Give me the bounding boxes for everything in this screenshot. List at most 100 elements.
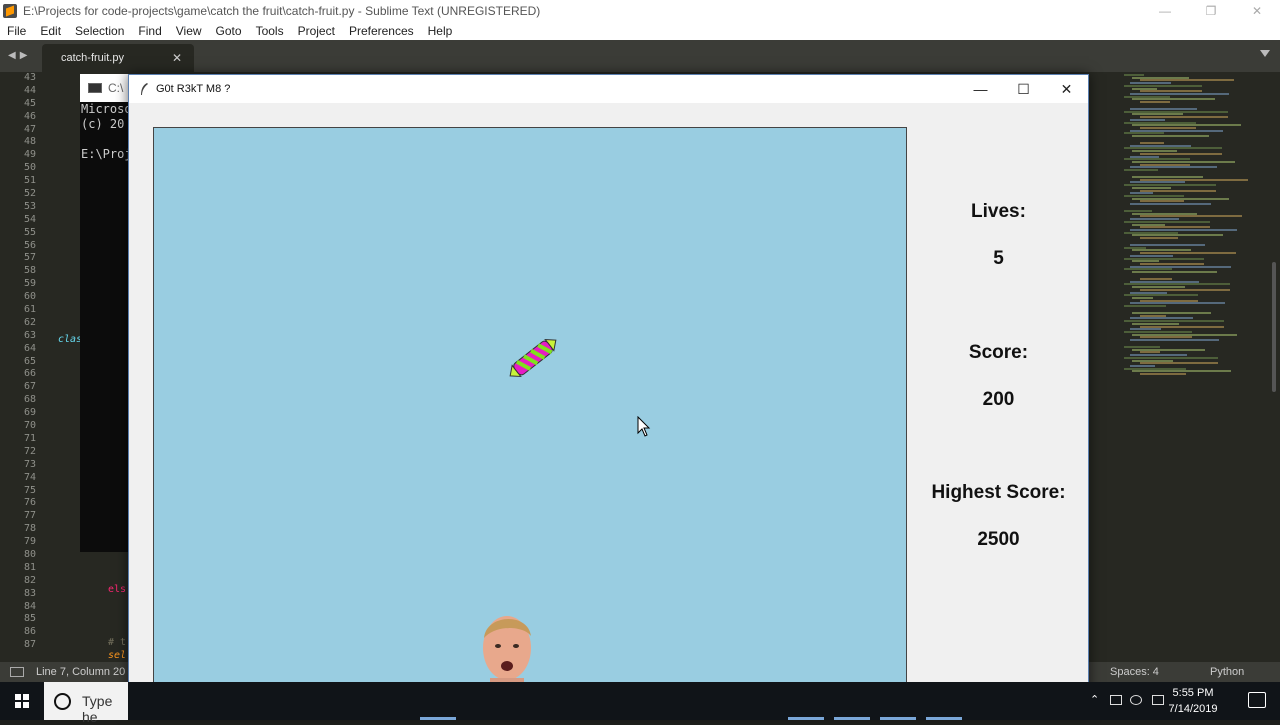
menu-tools[interactable]: Tools (249, 24, 291, 38)
syntax-setting[interactable]: Python (1210, 662, 1244, 682)
minimap-line (1132, 113, 1183, 116)
line-number: 62 (23, 316, 36, 328)
console-title: C:\ (108, 81, 124, 95)
minimap-line (1132, 223, 1165, 226)
line-number: 77 (23, 510, 36, 522)
minimap-line (1132, 286, 1185, 289)
minimap-line (1132, 312, 1211, 314)
tray-app-icon[interactable] (1110, 695, 1122, 705)
game-window[interactable]: G0t R3kT M8 ? — ☐ ✕ Lives: 5 Score: 200 … (128, 74, 1089, 714)
minimap-line (1130, 92, 1229, 95)
menu-help[interactable]: Help (421, 24, 460, 38)
minimap-line (1132, 212, 1197, 215)
minimap-line (1130, 302, 1225, 305)
minimap-line (1124, 346, 1160, 348)
tab-catch-fruit[interactable]: catch-fruit.py ✕ (42, 44, 194, 72)
tab-close-icon[interactable]: ✕ (172, 44, 182, 72)
sublime-app-icon (3, 4, 17, 18)
wifi-icon[interactable] (1130, 695, 1142, 705)
minimap-line (1132, 186, 1171, 189)
minimap-scrollbar[interactable] (1272, 262, 1276, 392)
tray-expand-icon[interactable]: ⌃ (1090, 693, 1099, 706)
minimap-line (1140, 351, 1160, 354)
line-number: 63 (23, 329, 36, 341)
menu-preferences[interactable]: Preferences (342, 24, 421, 38)
line-number: 76 (23, 497, 36, 509)
line-number: 85 (23, 613, 36, 625)
minimap-line (1140, 215, 1242, 218)
sublime-maximize-button[interactable]: ❐ (1188, 0, 1234, 22)
lives-label: Lives: (971, 201, 1026, 222)
minimap-line (1140, 325, 1224, 328)
line-number: 58 (23, 265, 36, 277)
line-number: 53 (23, 200, 36, 212)
line-number: 67 (23, 381, 36, 393)
menu-edit[interactable]: Edit (33, 24, 68, 38)
line-number: 70 (23, 420, 36, 432)
tab-scroll-arrows-icon[interactable]: ◀▶ (8, 50, 31, 61)
minimap-line (1124, 283, 1230, 286)
line-number: 74 (23, 471, 36, 483)
game-close-button[interactable]: ✕ (1045, 75, 1088, 103)
minimap-line (1124, 231, 1178, 234)
game-maximize-button[interactable]: ☐ (1002, 75, 1045, 103)
minimap-line (1124, 210, 1152, 212)
panel-toggle-icon[interactable] (10, 667, 24, 677)
console-line: Microso (81, 102, 132, 116)
game-canvas[interactable] (153, 127, 907, 693)
minimap-line (1140, 314, 1166, 317)
taskbar-clock[interactable]: 5:55 PM 7/14/2019 (1158, 685, 1228, 717)
minimap-line (1132, 348, 1205, 351)
minimap-line (1140, 116, 1228, 119)
minimap-line (1124, 95, 1170, 98)
minimap-line (1140, 163, 1190, 166)
minimap-line (1130, 291, 1167, 294)
indentation-setting[interactable]: Spaces: 4 (1110, 662, 1159, 682)
minimap-line (1130, 108, 1197, 110)
menu-project[interactable]: Project (291, 24, 342, 38)
game-titlebar[interactable]: G0t R3kT M8 ? — ☐ ✕ (129, 75, 1088, 103)
highest-score-value: 2500 (977, 529, 1020, 550)
clock-time: 5:55 PM (1172, 687, 1214, 699)
minimap-line (1130, 254, 1173, 257)
taskbar-search-box[interactable]: Type he (44, 682, 128, 725)
minimap-line (1140, 262, 1204, 265)
minimap-line (1130, 118, 1165, 121)
console-icon (88, 83, 102, 93)
code-minimap[interactable] (1090, 72, 1280, 662)
menu-file[interactable]: File (0, 24, 33, 38)
minimap-line (1124, 257, 1204, 260)
sublime-close-button[interactable]: ✕ (1234, 0, 1280, 22)
start-button[interactable] (0, 682, 44, 720)
line-number: 45 (23, 97, 36, 109)
menu-goto[interactable]: Goto (209, 24, 249, 38)
minimap-line (1130, 354, 1187, 357)
game-window-title: G0t R3kT M8 ? (156, 83, 231, 95)
action-center-icon[interactable] (1248, 692, 1266, 708)
minimap-line (1132, 135, 1209, 137)
menu-find[interactable]: Find (131, 24, 168, 38)
minimap-line (1124, 268, 1172, 271)
line-number: 59 (23, 278, 36, 290)
minimap-line (1130, 280, 1199, 283)
menu-view[interactable]: View (169, 24, 209, 38)
minimap-line (1130, 228, 1237, 231)
game-minimize-button[interactable]: — (959, 75, 1002, 103)
search-placeholder: Type he (82, 693, 113, 725)
minimap-line (1130, 155, 1159, 158)
line-number: 68 (23, 394, 36, 406)
line-number: 84 (23, 600, 36, 612)
minimap-line (1130, 144, 1191, 147)
minimap-line (1132, 98, 1215, 101)
sublime-minimize-button[interactable]: — (1142, 0, 1188, 22)
minimap-line (1130, 317, 1193, 320)
minimap-line (1130, 244, 1205, 246)
minimap-line (1130, 218, 1179, 221)
minimap-line (1124, 356, 1218, 359)
tab-dropdown-icon[interactable] (1260, 50, 1270, 57)
menu-selection[interactable]: Selection (68, 24, 131, 38)
line-number: 72 (23, 445, 36, 457)
minimap-line (1140, 178, 1248, 181)
minimap-line (1124, 194, 1184, 197)
player-face-icon (483, 616, 531, 692)
